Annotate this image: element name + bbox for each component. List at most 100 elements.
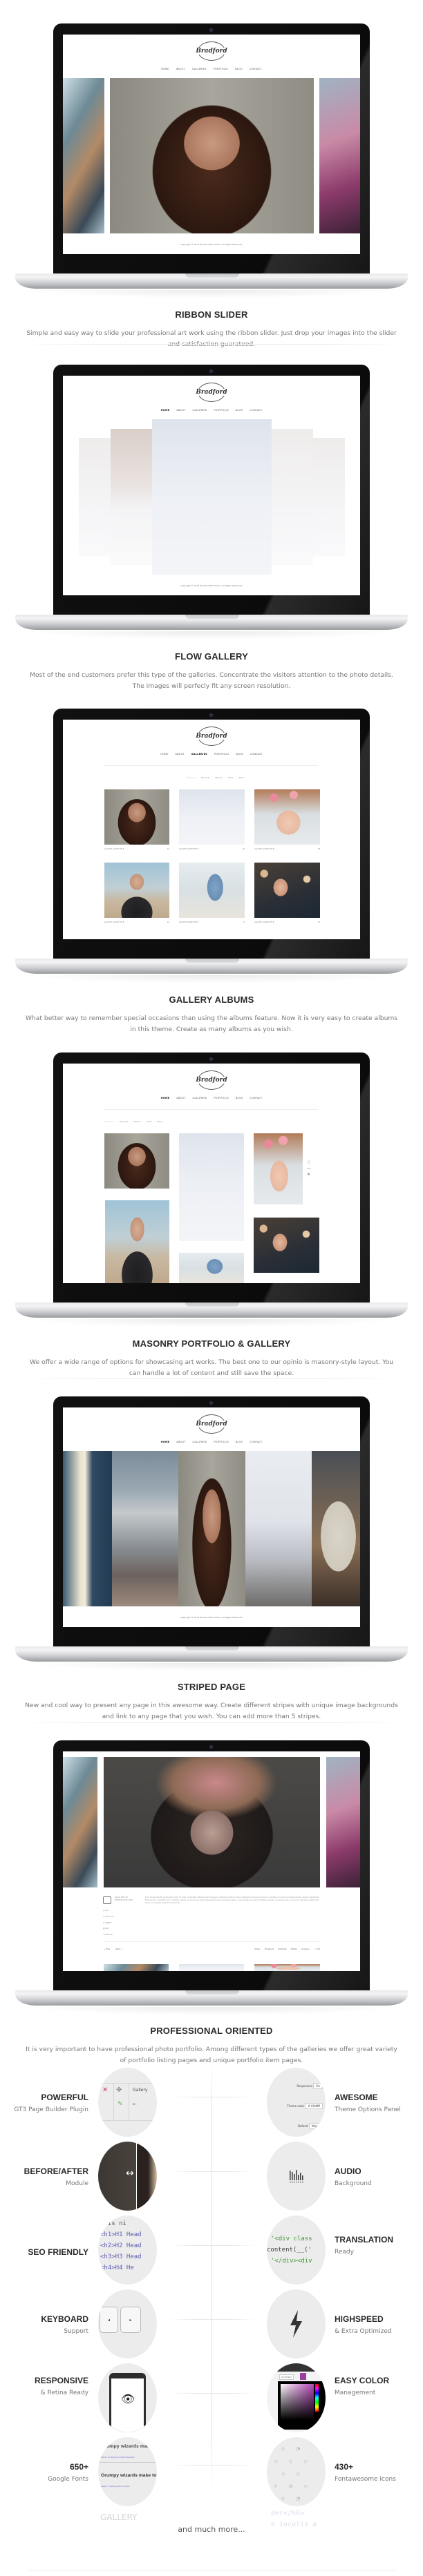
next-link[interactable]: Next → <box>115 1948 122 1950</box>
feature-subtitle: Fontawesome Icons <box>335 2476 396 2483</box>
album-meta: GALLERY ALBUM TITLE 10 <box>254 921 320 923</box>
section-description: New and cool way to present any page in … <box>25 1702 398 1720</box>
stripe-1[interactable] <box>63 1451 112 1606</box>
masonry-item[interactable] <box>254 1133 303 1204</box>
flow-item-center[interactable] <box>152 419 272 575</box>
flow-item-far-right[interactable] <box>313 438 345 557</box>
filter-portraits[interactable]: Portraits <box>120 1120 129 1123</box>
camera-icon <box>103 1896 111 1904</box>
nav-contact[interactable]: Contact <box>250 68 262 70</box>
laptop-base <box>15 1303 408 1318</box>
album-thumb[interactable] <box>104 863 169 918</box>
color-picker-icon: # d16432 <box>267 2363 326 2432</box>
nav-portfolio[interactable]: Portfolio <box>214 68 229 70</box>
section-title: STRIPED PAGE <box>177 1682 246 1692</box>
related-thumb[interactable] <box>254 1964 320 1971</box>
nav-contact[interactable]: Contact <box>250 1441 262 1443</box>
nav-about[interactable]: About <box>176 1441 185 1443</box>
nav-home[interactable]: Home <box>161 409 170 412</box>
nav-galleries[interactable]: Galleries <box>192 409 207 412</box>
filter-portraits[interactable]: Portraits <box>201 776 210 779</box>
slide-prev[interactable] <box>63 78 104 233</box>
filter-all[interactable]: All Works <box>104 1120 114 1123</box>
exif-list: ◎ 2.0 ◂ 135.0 mm ◴ 1/8000 ▤ 640 ϟ Flash … <box>103 1910 114 1936</box>
masonry-item[interactable] <box>179 1133 244 1241</box>
share-twitter[interactable]: Twitter <box>291 1948 297 1950</box>
audio-icon <box>267 2142 326 2211</box>
like-icon[interactable]: ♡ <box>307 1160 310 1165</box>
nav-about[interactable]: About <box>176 753 185 756</box>
nav-blog[interactable]: Blog <box>236 753 243 756</box>
site-footer: Copyright © 2015 Bradford WP Theme. All … <box>180 243 243 246</box>
slide-next[interactable] <box>326 1757 360 1887</box>
nav-portfolio[interactable]: Portfolio <box>214 1097 229 1099</box>
feature-title: HIGHSPEED <box>335 2314 384 2324</box>
nav-portfolio[interactable]: Portfolio <box>214 1441 229 1443</box>
album-thumb[interactable] <box>179 789 245 845</box>
nav-home[interactable]: Home <box>161 1441 170 1443</box>
album-thumb[interactable] <box>179 863 245 918</box>
feature-subtitle: Ready <box>335 2249 354 2256</box>
nav-contact[interactable]: Contact <box>250 753 263 756</box>
filter-other[interactable]: Other <box>157 1120 163 1123</box>
stripe-3[interactable] <box>178 1451 245 1606</box>
feature-easy-color: # d16432 EASY COLOR Management <box>212 2363 423 2432</box>
album-thumb[interactable] <box>104 789 169 845</box>
laptop-base <box>15 1646 408 1662</box>
nav-blog[interactable]: Blog <box>236 409 243 412</box>
filter-nature[interactable]: Nature <box>133 1120 140 1123</box>
filter-other[interactable]: Other <box>238 776 245 779</box>
masonry-item[interactable] <box>104 1133 169 1189</box>
site-logo[interactable]: Bradford <box>195 1070 228 1090</box>
nav-galleries[interactable]: Galleries <box>191 753 207 756</box>
stripe-4[interactable] <box>245 1451 312 1606</box>
share-facebook[interactable]: Facebook <box>265 1948 274 1950</box>
nav-blog[interactable]: Blog <box>236 1441 243 1443</box>
filter-stuff[interactable]: Stuff <box>147 1120 151 1123</box>
prev-link[interactable]: ← Prev <box>104 1948 110 1950</box>
nav-contact[interactable]: Contact <box>250 409 262 412</box>
site-logo[interactable]: Bradford <box>195 41 228 61</box>
nav-galleries[interactable]: Galleries <box>192 68 207 70</box>
share-google[interactable]: Google+ <box>301 1948 310 1950</box>
masonry-item[interactable] <box>179 1253 244 1283</box>
flow-item-left[interactable] <box>111 429 152 565</box>
nav-home[interactable]: Home <box>160 753 168 756</box>
site-logo[interactable]: Bradford <box>195 1414 228 1434</box>
nav-contact[interactable]: Contact <box>250 1097 262 1099</box>
nav-galleries[interactable]: Galleries <box>192 1097 207 1099</box>
filter-nature[interactable]: Nature <box>215 776 222 779</box>
flow-item-far-left[interactable] <box>79 438 111 557</box>
site-logo[interactable]: Bradford <box>195 383 228 402</box>
site-logo[interactable]: Bradford <box>195 727 228 746</box>
nav-home[interactable]: Home <box>161 68 169 70</box>
share-pinterest[interactable]: Pinterest <box>278 1948 286 1950</box>
stripe-2[interactable] <box>112 1451 178 1606</box>
slide-current[interactable] <box>110 78 314 233</box>
nav-blog[interactable]: Blog <box>236 1097 243 1099</box>
filter-all[interactable]: All Works <box>186 776 196 779</box>
related-thumb[interactable] <box>179 1964 244 1971</box>
portfolio-main-image[interactable] <box>104 1757 320 1887</box>
nav-galleries[interactable]: Galleries <box>192 1441 207 1443</box>
nav-about[interactable]: About <box>176 1097 185 1099</box>
nav-portfolio[interactable]: Portfolio <box>214 753 229 756</box>
filter-stuff[interactable]: Stuff <box>228 776 233 779</box>
slide-prev[interactable] <box>63 1757 97 1887</box>
album-meta: GALLERY ALBUM TITLE 24 <box>104 921 169 923</box>
masonry-item[interactable] <box>105 1200 169 1283</box>
nav-home[interactable]: Home <box>161 1097 170 1099</box>
album-thumb[interactable] <box>254 789 320 845</box>
close-icon[interactable]: ✕ <box>307 1172 310 1177</box>
like-button[interactable]: ♡ 216 <box>314 1948 320 1950</box>
related-thumb[interactable] <box>104 1964 169 1971</box>
album-thumb[interactable] <box>254 863 320 918</box>
nav-about[interactable]: About <box>176 68 185 70</box>
stripe-5[interactable] <box>312 1451 360 1606</box>
slide-next[interactable] <box>319 78 360 233</box>
nav-portfolio[interactable]: Portfolio <box>214 409 229 412</box>
flow-item-right[interactable] <box>272 429 313 565</box>
nav-about[interactable]: About <box>176 409 185 412</box>
masonry-item[interactable] <box>254 1218 319 1273</box>
nav-blog[interactable]: Blog <box>235 68 243 70</box>
